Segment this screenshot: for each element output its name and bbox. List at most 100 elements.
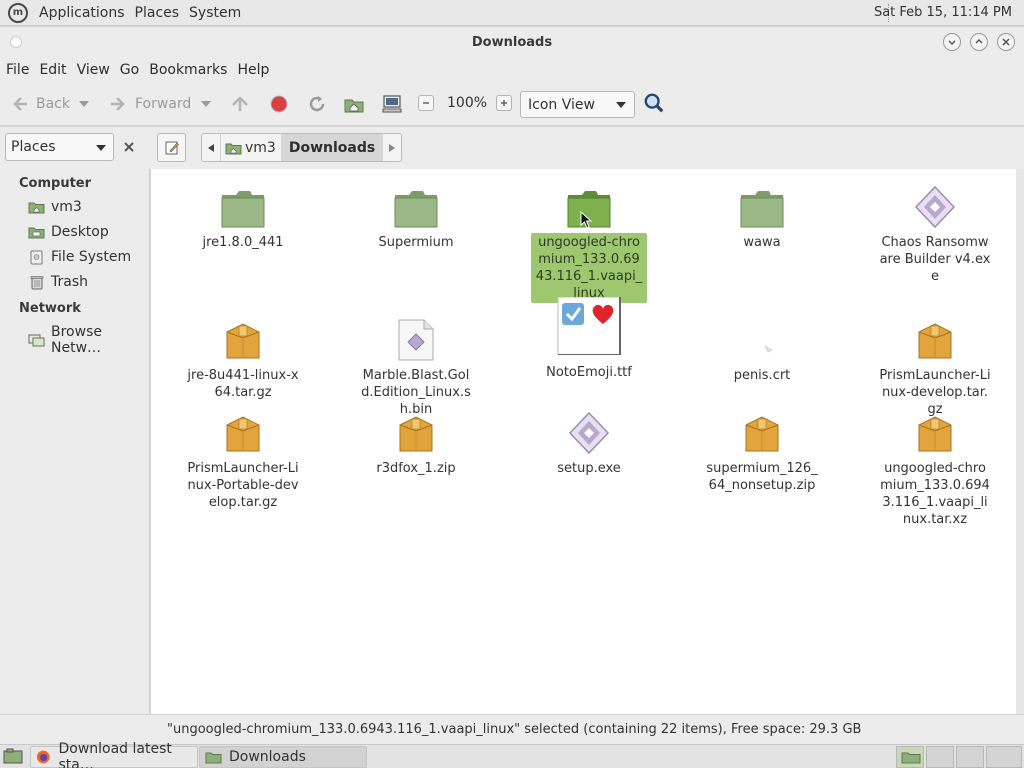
workspace-2[interactable] — [926, 746, 954, 768]
sidebar-heading-computer: Computer — [19, 176, 92, 191]
file-item[interactable]: NotoEmoji.ttf — [514, 297, 664, 382]
menu-bookmarks[interactable]: Bookmarks — [144, 62, 232, 78]
file-item[interactable]: Chaos Ransomware Builder v4.exe — [860, 181, 1010, 286]
zoom-in-button[interactable] — [496, 95, 512, 111]
workspace-1[interactable] — [896, 746, 924, 768]
sidebar-item-desktop[interactable]: Desktop — [28, 224, 109, 240]
up-arrow-icon — [229, 93, 251, 115]
breadcrumb-downloads-label: Downloads — [288, 139, 376, 156]
archive-icon — [392, 407, 440, 455]
menu-go[interactable]: Go — [115, 62, 144, 78]
workspace-3[interactable] — [956, 746, 984, 768]
menu-file[interactable]: File — [1, 62, 34, 78]
file-item[interactable]: supermium_126_64_nonsetup.zip — [687, 407, 837, 495]
sidebar-item-browse-network[interactable]: Browse Netw… — [28, 324, 149, 356]
file-name: NotoEmoji.ttf — [546, 365, 632, 380]
toggle-location-entry-button[interactable] — [157, 133, 186, 162]
reload-button[interactable] — [306, 93, 328, 115]
side-pane-select[interactable]: Places — [5, 133, 114, 161]
trash-icon — [28, 275, 45, 290]
breadcrumb: vm3 Downloads — [201, 133, 403, 162]
file-item[interactable]: PrismLauncher-Linux-develop.tar.gz — [860, 314, 1010, 419]
breadcrumb-right-button[interactable] — [383, 134, 401, 161]
chevron-down-icon — [201, 101, 211, 107]
window-menu-icon[interactable] — [10, 36, 22, 48]
menu-edit[interactable]: Edit — [34, 62, 71, 78]
executable-icon — [911, 181, 959, 229]
breadcrumb-left-button[interactable] — [202, 134, 220, 161]
archive-icon — [219, 314, 267, 362]
file-item[interactable]: PrismLauncher-Linux-Portable-develop.tar… — [168, 407, 318, 512]
task-label: Downloads — [229, 749, 306, 765]
zoom-level[interactable]: 100% — [447, 95, 487, 111]
view-mode-select[interactable]: Icon View — [520, 91, 635, 118]
executable-icon — [565, 407, 613, 455]
workspace-4[interactable] — [986, 746, 1022, 768]
location-bar: Places vm3 Downloads — [0, 127, 1024, 169]
file-item[interactable]: r3dfox_1.zip — [341, 407, 491, 478]
forward-history-dropdown[interactable] — [201, 101, 211, 107]
reload-icon — [306, 93, 328, 115]
home-folder-icon — [225, 143, 242, 154]
script-file-icon — [392, 314, 440, 362]
plus-icon — [501, 100, 507, 106]
file-icon-view[interactable]: jre1.8.0_441 Supermium ungoogled-chromiu… — [151, 169, 1016, 714]
file-item[interactable]: jre-8u441-linux-x64.tar.gz — [168, 314, 318, 402]
minimize-button[interactable] — [943, 33, 961, 51]
task-downloads[interactable]: Downloads — [199, 746, 367, 768]
stop-button[interactable] — [268, 93, 290, 115]
drive-icon — [28, 250, 45, 265]
breadcrumb-downloads[interactable]: Downloads — [280, 134, 384, 161]
back-history-dropdown[interactable] — [79, 101, 89, 107]
side-pane-value: Places — [11, 139, 56, 155]
file-item[interactable]: penis.crt — [687, 314, 837, 385]
maximize-button[interactable] — [970, 33, 988, 51]
folder-icon — [392, 181, 440, 229]
breadcrumb-vm3[interactable]: vm3 — [220, 134, 281, 161]
panel-menu-system[interactable]: System — [184, 5, 246, 21]
sidebar-item-vm3[interactable]: vm3 — [28, 199, 82, 215]
menubar: File Edit View Go Bookmarks Help — [0, 58, 1024, 82]
forward-button[interactable]: Forward — [107, 93, 191, 115]
window-titlebar[interactable]: Downloads — [0, 27, 1024, 58]
up-button[interactable] — [229, 93, 251, 115]
search-button[interactable] — [643, 92, 665, 114]
certificate-icon — [738, 314, 786, 362]
panel-menu-applications[interactable]: Applications — [34, 5, 130, 21]
toolbar: Back Forward 100% Icon View — [0, 82, 1024, 126]
file-name: wawa — [743, 235, 781, 250]
file-item[interactable]: ungoogled-chromium_133.0.6943.116_1.vaap… — [860, 407, 1010, 529]
sidebar-item-trash[interactable]: Trash — [28, 274, 88, 290]
folder-icon — [205, 752, 222, 764]
stop-icon — [268, 93, 290, 115]
close-side-pane-button[interactable] — [118, 136, 140, 158]
firefox-icon — [36, 750, 50, 764]
places-sidebar: Computer vm3 Desktop File System Trash N… — [0, 169, 150, 714]
back-arrow-icon — [9, 93, 31, 115]
file-item-selected[interactable]: ungoogled-chromium_133.0.6943.116_1.vaap… — [514, 181, 664, 303]
zoom-out-button[interactable] — [418, 95, 434, 111]
computer-button[interactable] — [381, 93, 403, 115]
show-desktop-button[interactable] — [3, 748, 23, 768]
file-name: supermium_126_64_nonsetup.zip — [706, 461, 818, 493]
forward-label: Forward — [135, 96, 192, 112]
file-item[interactable]: Marble.Blast.Gold.Edition_Linux.sh.bin — [341, 314, 491, 419]
file-name: Chaos Ransomware Builder v4.exe — [879, 235, 991, 284]
sidebar-item-file-system[interactable]: File System — [28, 249, 131, 265]
menu-help[interactable]: Help — [232, 62, 274, 78]
home-button[interactable] — [343, 93, 365, 115]
back-button[interactable]: Back — [9, 93, 70, 115]
sidebar-heading-network: Network — [19, 301, 81, 316]
file-item[interactable]: Supermium — [341, 181, 491, 252]
panel-menu-places[interactable]: Places — [130, 5, 185, 21]
sidebar-item-label: Browse Netw… — [51, 324, 102, 356]
minus-icon — [423, 102, 429, 104]
task-browser[interactable]: Download latest sta… — [30, 741, 198, 768]
file-item[interactable]: jre1.8.0_441 — [168, 181, 318, 252]
close-button[interactable] — [997, 33, 1015, 51]
file-item[interactable]: wawa — [687, 181, 837, 252]
mint-logo-icon[interactable]: m — [8, 2, 28, 23]
panel-clock[interactable]: Sat Feb 15, 11:14 PM — [874, 5, 1012, 20]
file-item[interactable]: setup.exe — [514, 407, 664, 478]
menu-view[interactable]: View — [72, 62, 115, 78]
